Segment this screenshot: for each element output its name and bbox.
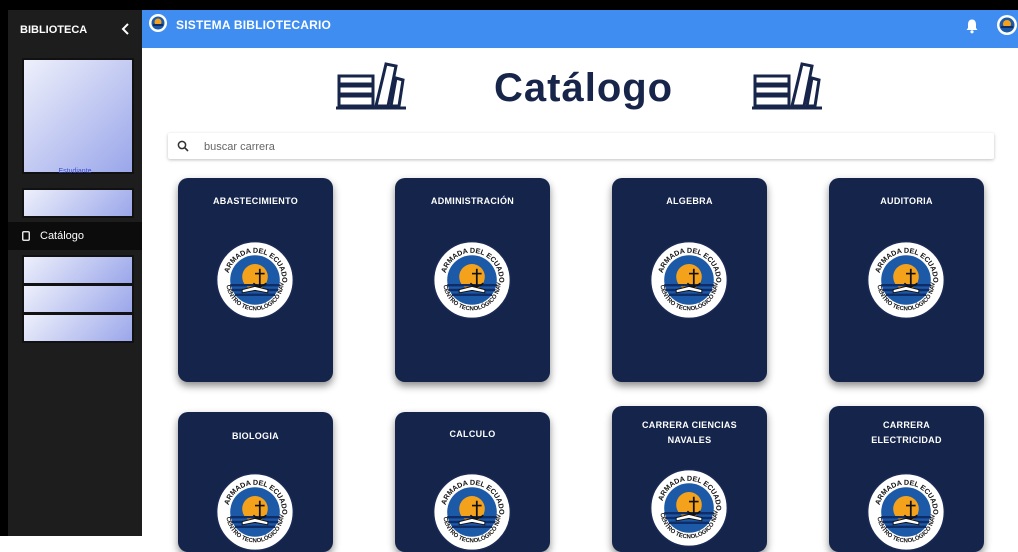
sidebar-title: BIBLIOTECA [20,24,88,36]
naval-logo [649,240,729,320]
chevron-left-icon[interactable] [118,21,134,37]
books-icon [752,58,822,110]
search-input[interactable] [202,136,966,158]
naval-logo [432,240,512,320]
card-title-line: ALGEBRA [666,196,713,206]
sidebar-item-catalogo[interactable]: Catálogo [8,222,142,250]
app-title: SISTEMA BIBLIOTECARIO [176,18,332,32]
card-title-line: AUDITORIA [880,196,933,206]
window-frame-top [0,0,1018,10]
card-title: ADMINISTRACIÓN [401,194,544,209]
card-title: CARRERA CIENCIAS NAVALES [618,418,761,448]
catalog-card[interactable]: ALGEBRA [612,178,767,382]
card-title: BIOLOGIA [184,429,327,444]
card-title-line: ELECTRICIDAD [871,435,942,445]
naval-logo [215,472,295,552]
sidebar-menu-panel-3[interactable] [22,284,134,314]
card-title: CALCULO [401,427,544,442]
card-title-line: ABASTECIMIENTO [212,196,299,206]
catalog-card[interactable]: CARRERA CIENCIAS NAVALES [612,406,767,552]
card-title-line: CARRERA [882,420,931,430]
sidebar-menu-panel-4[interactable] [22,313,134,343]
catalog-card[interactable]: ABASTECIMIENTO [178,178,333,382]
naval-logo [866,472,946,552]
naval-logo [215,240,295,320]
sidebar-menu-panel-1[interactable] [22,188,134,218]
card-title: ALGEBRA [618,194,761,209]
card-title-line: CALCULO [449,429,496,439]
card-title-line: ADMINISTRACIÓN [430,196,515,206]
card-title: AUDITORIA [835,194,978,209]
top-app-bar: SISTEMA BIBLIOTECARIO [142,10,1018,48]
search-bar [168,133,994,159]
page-title: Catálogo [494,66,674,110]
sidebar-header: BIBLIOTECA [8,10,142,50]
card-title-line: CARRERA CIENCIAS [642,420,737,430]
catalog-card[interactable]: AUDITORIA [829,178,984,382]
sidebar-menu-panel-2[interactable] [22,255,134,285]
profile-image-panel [22,58,134,174]
catalog-card[interactable]: BIOLOGIA [178,412,333,552]
sidebar: BIBLIOTECA Estudiante Catálogo [8,10,142,536]
user-role-label: Estudiante [58,168,92,175]
books-icon [336,58,406,110]
app-logo-icon [149,14,167,32]
sidebar-item-label: Catálogo [40,230,85,242]
search-icon [177,140,189,152]
naval-logo [649,468,729,548]
catalog-card[interactable]: ADMINISTRACIÓN [395,178,550,382]
catalog-icon [22,231,30,241]
bell-icon[interactable] [964,18,980,34]
naval-logo [866,240,946,320]
catalog-card[interactable]: CARRERA ELECTRICIDAD [829,406,984,552]
window-frame-left [0,0,8,536]
card-title: CARRERA ELECTRICIDAD [835,418,978,448]
card-title: ABASTECIMIENTO [184,194,327,209]
catalog-card[interactable]: CALCULO [395,412,550,552]
avatar-logo[interactable] [996,14,1018,36]
naval-logo [432,472,512,552]
card-title-line: NAVALES [667,435,712,445]
card-title-line: BIOLOGIA [232,431,279,441]
